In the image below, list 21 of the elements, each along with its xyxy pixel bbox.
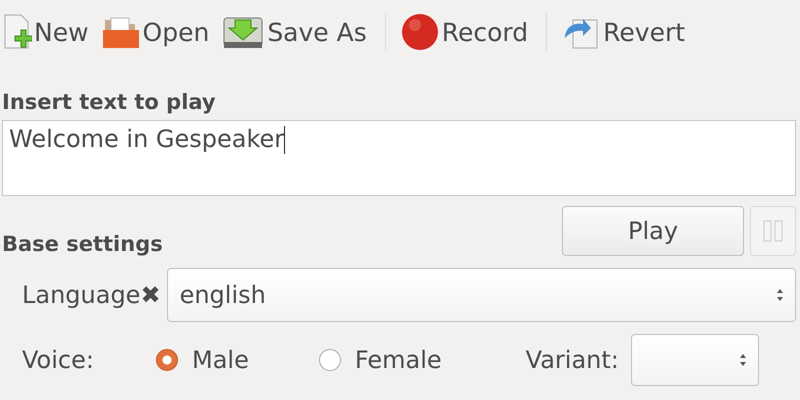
input-text: Welcome in Gespeaker bbox=[9, 125, 284, 153]
language-label: Language✖ bbox=[22, 281, 161, 309]
voice-radio[interactable]: Female bbox=[318, 346, 442, 374]
toolbar-button[interactable]: Open bbox=[100, 12, 216, 52]
language-dropdown[interactable]: english bbox=[166, 268, 796, 322]
variant-label: Variant: bbox=[526, 346, 619, 374]
text-input-field[interactable]: Welcome in Gespeaker bbox=[2, 120, 796, 196]
variant-dropdown[interactable] bbox=[630, 334, 759, 386]
radio-button[interactable] bbox=[156, 349, 178, 371]
toolbar-button[interactable]: New bbox=[2, 12, 95, 52]
radio-button[interactable] bbox=[318, 349, 341, 371]
toolbar-button[interactable]: Save As bbox=[221, 12, 373, 52]
section-heading: Base settings bbox=[1, 232, 164, 258]
play-button[interactable]: Play bbox=[562, 206, 744, 256]
voice-label: Voice: bbox=[22, 346, 95, 374]
toolbar-button[interactable]: Record bbox=[400, 12, 534, 52]
pause-icon bbox=[762, 219, 784, 243]
section-heading: Insert text to play bbox=[1, 90, 217, 114]
record-icon bbox=[400, 12, 440, 52]
voice-radio[interactable]: Male bbox=[156, 346, 249, 374]
toolbar-button[interactable]: Revert bbox=[561, 12, 692, 52]
